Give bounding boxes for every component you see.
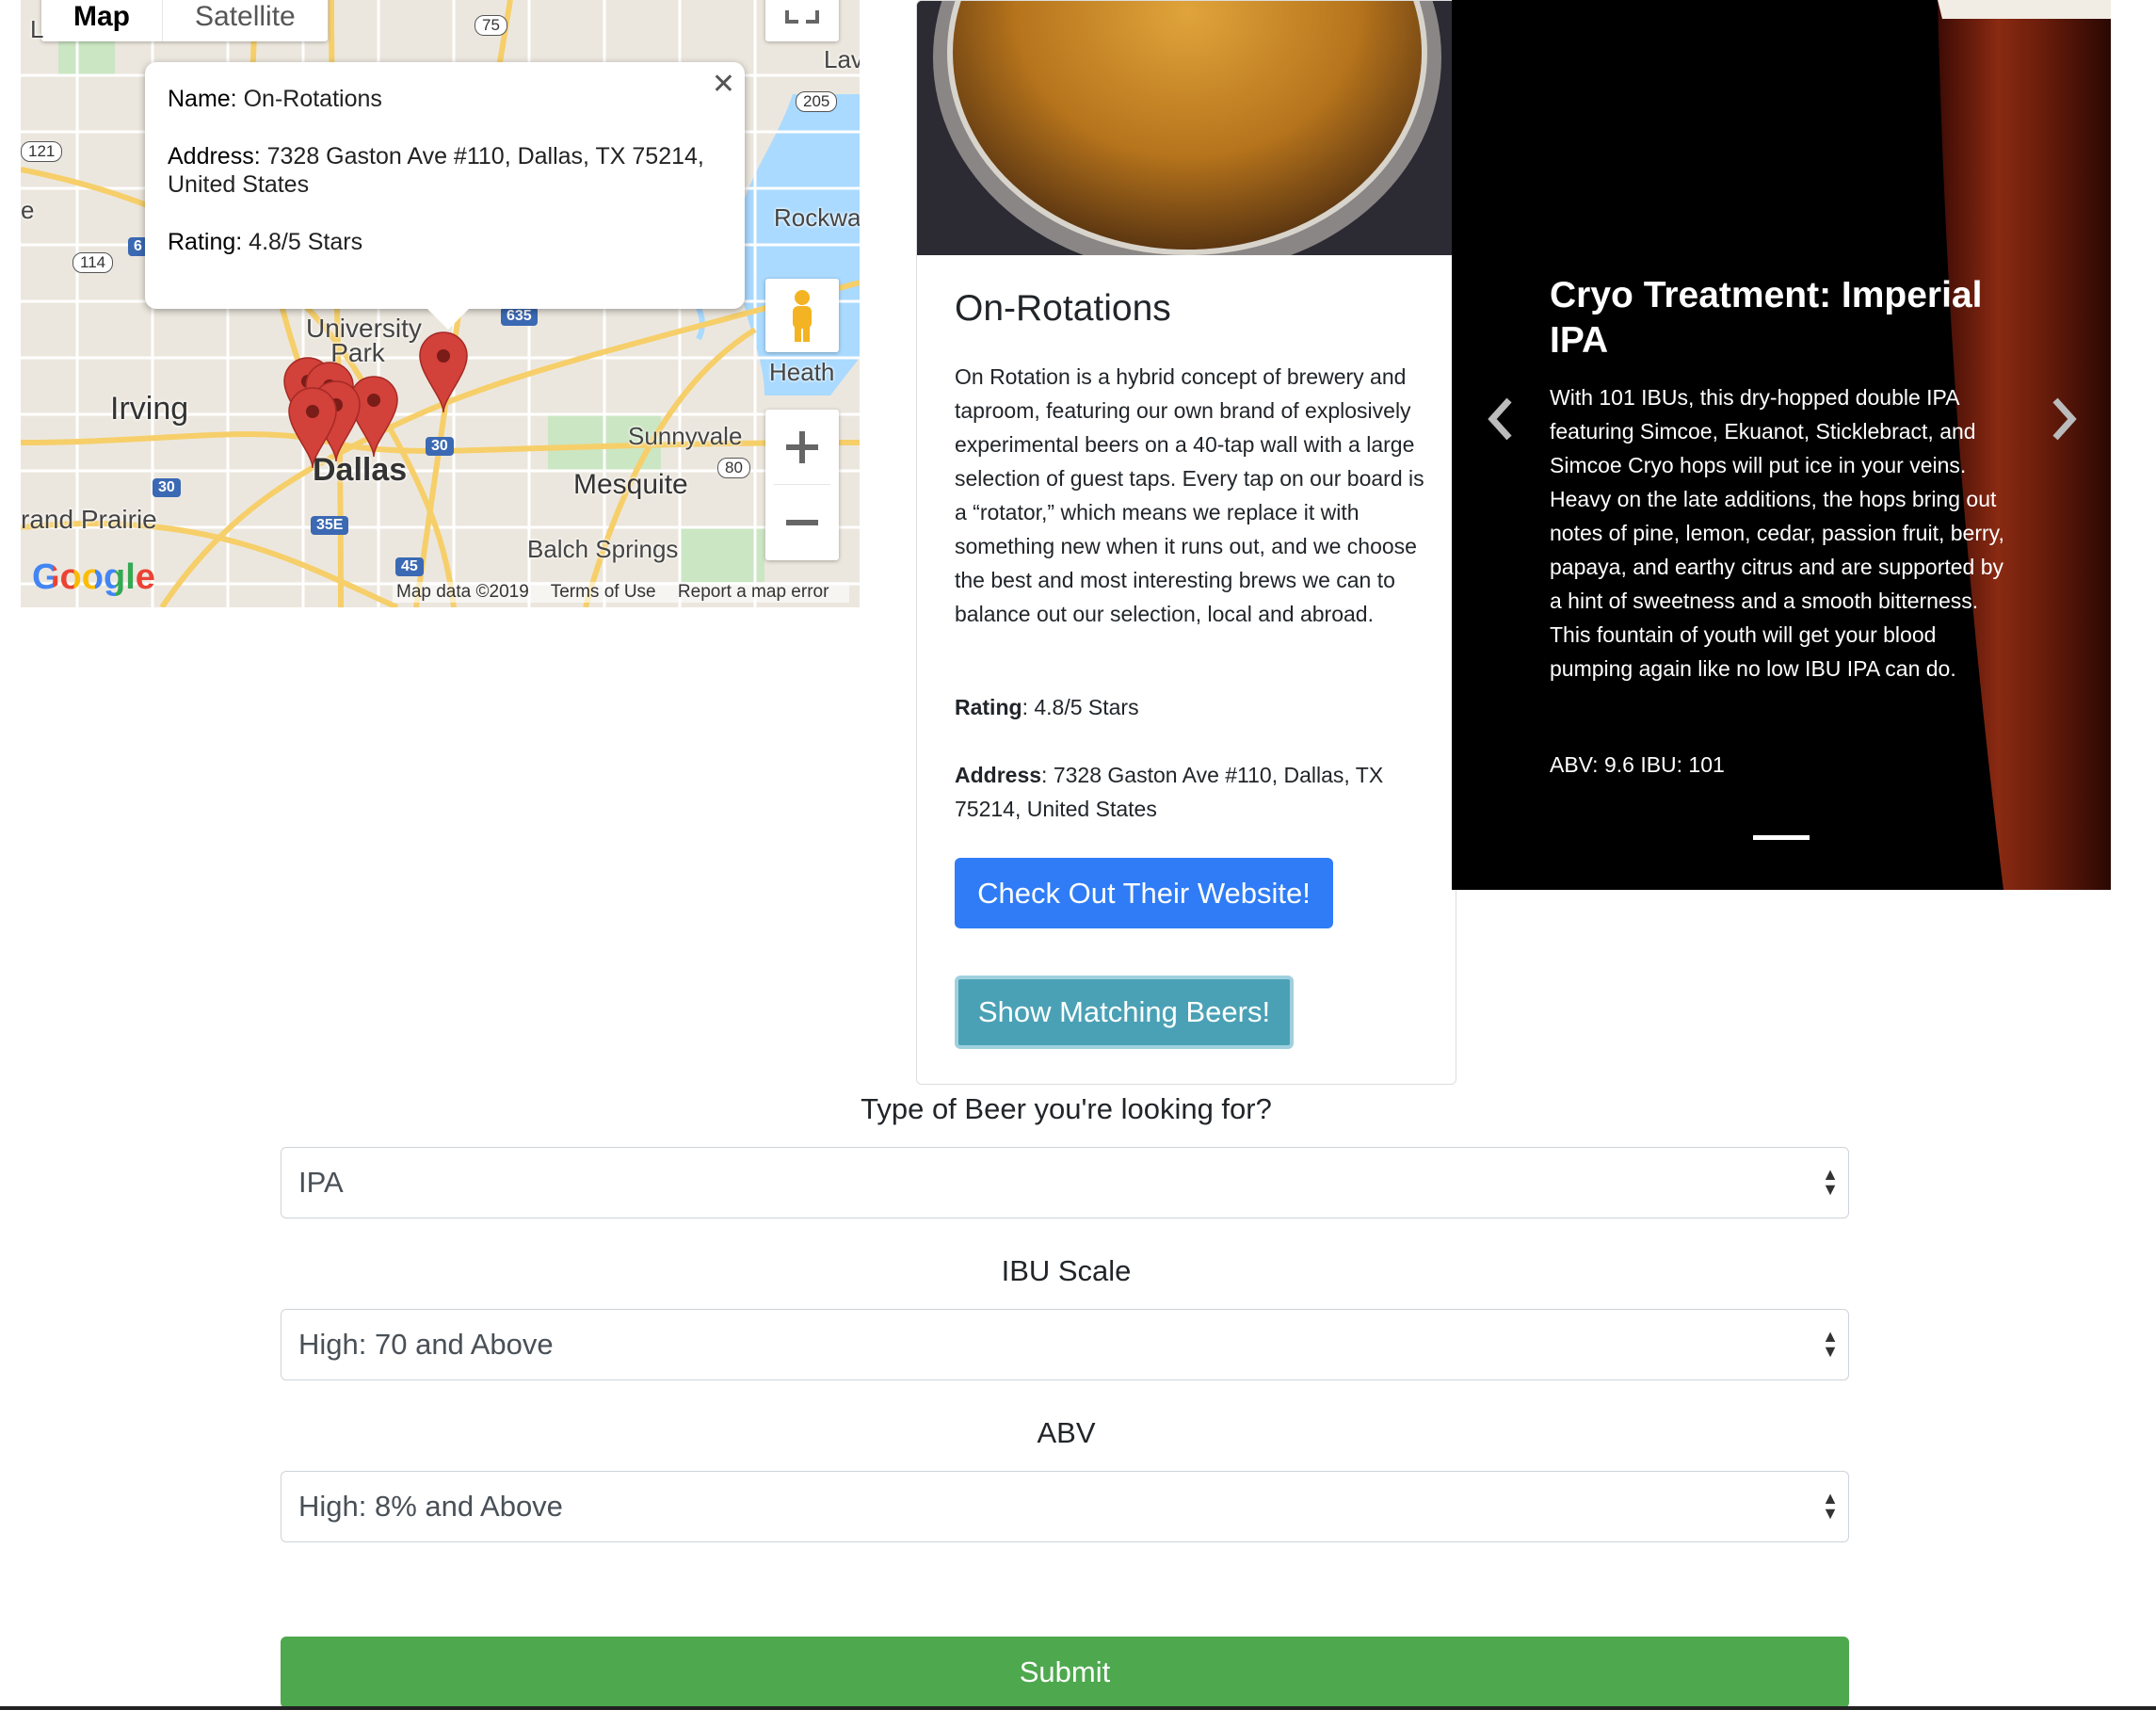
abv-label: ABV: [1037, 1416, 1096, 1449]
select-arrows-icon: ▲ ▼: [1822, 1327, 1839, 1361]
beer-glass-image: [917, 1, 1456, 255]
brewery-address: Address: 7328 Gaston Ave #110, Dallas, T…: [955, 758, 1425, 826]
carousel-indicator[interactable]: [1753, 835, 1810, 840]
brewery-rating: Rating: 4.8/5 Stars: [955, 695, 1139, 720]
map-info-window: ✕ Name: On-Rotations Address: 7328 Gasto…: [145, 62, 745, 330]
info-rating: Rating: 4.8/5 Stars: [168, 228, 722, 256]
abv-value: High: 8% and Above: [298, 1490, 563, 1523]
info-window-tail: [427, 309, 469, 330]
beer-carousel: Cryo Treatment: Imperial IPA With 101 IB…: [1452, 0, 2111, 890]
rating-label: Rating: [955, 695, 1022, 719]
map-footer: Map data ©2019 Terms of Use Report a map…: [393, 582, 850, 603]
chevron-right-icon: [2052, 397, 2077, 441]
info-rating-value: 4.8/5 Stars: [249, 229, 363, 255]
carousel-prev-button[interactable]: [1486, 395, 1514, 454]
map-marker[interactable]: [288, 387, 337, 469]
ibu-scale-value: High: 70 and Above: [298, 1328, 554, 1361]
carousel-next-button[interactable]: [2051, 395, 2079, 454]
website-button[interactable]: Check Out Their Website!: [955, 858, 1333, 928]
ibu-scale-label: IBU Scale: [1001, 1254, 1132, 1287]
report-map-error-link[interactable]: Report a map error: [678, 582, 829, 602]
close-icon[interactable]: ✕: [712, 68, 735, 101]
google-logo: Google: [32, 557, 155, 597]
carousel-beer-title: Cryo Treatment: Imperial IPA: [1550, 275, 1983, 361]
ibu-scale-select[interactable]: High: 70 and Above ▲ ▼: [281, 1309, 1849, 1380]
map-marker-selected[interactable]: [419, 331, 468, 413]
select-arrows-icon: ▲ ▼: [1822, 1489, 1839, 1523]
show-matching-beers-button[interactable]: Show Matching Beers!: [955, 976, 1294, 1049]
page-bottom-border: [0, 1706, 2156, 1710]
info-rating-label: Rating:: [168, 229, 243, 255]
beer-type-label: Type of Beer you're looking for?: [861, 1092, 1272, 1125]
rating-value: : 4.8/5 Stars: [1022, 695, 1139, 719]
address-label: Address: [955, 763, 1042, 787]
brewery-image: [917, 1, 1456, 255]
info-address-label: Address:: [168, 143, 261, 169]
carousel-beer-description: With 101 IBUs, this dry-hopped double IP…: [1550, 385, 2004, 681]
brewery-description: On Rotation is a hybrid concept of brewe…: [955, 364, 1424, 626]
submit-button[interactable]: Submit: [281, 1637, 1849, 1708]
abv-select[interactable]: High: 8% and Above ▲ ▼: [281, 1471, 1849, 1542]
info-address: Address: 7328 Gaston Ave #110, Dallas, T…: [168, 142, 722, 199]
terms-of-use-link[interactable]: Terms of Use: [551, 582, 656, 602]
beer-type-select[interactable]: IPA ▲ ▼: [281, 1147, 1849, 1218]
beer-type-value: IPA: [298, 1166, 344, 1199]
info-name-label: Name:: [168, 86, 237, 112]
select-arrows-icon: ▲ ▼: [1822, 1165, 1839, 1199]
brewery-title: On-Rotations: [955, 288, 1171, 329]
carousel-beer-stats: ABV: 9.6 IBU: 101: [1550, 752, 1725, 777]
chevron-left-icon: [1488, 397, 1512, 441]
map-data-attribution: Map data ©2019: [396, 582, 529, 602]
info-name: Name: On-Rotations: [168, 85, 722, 113]
brewery-card: On-Rotations On Rotation is a hybrid con…: [916, 0, 1456, 1085]
info-name-value: On-Rotations: [243, 86, 382, 112]
map[interactable]: Map Satellite L Lav e Rockwal University…: [21, 0, 860, 607]
